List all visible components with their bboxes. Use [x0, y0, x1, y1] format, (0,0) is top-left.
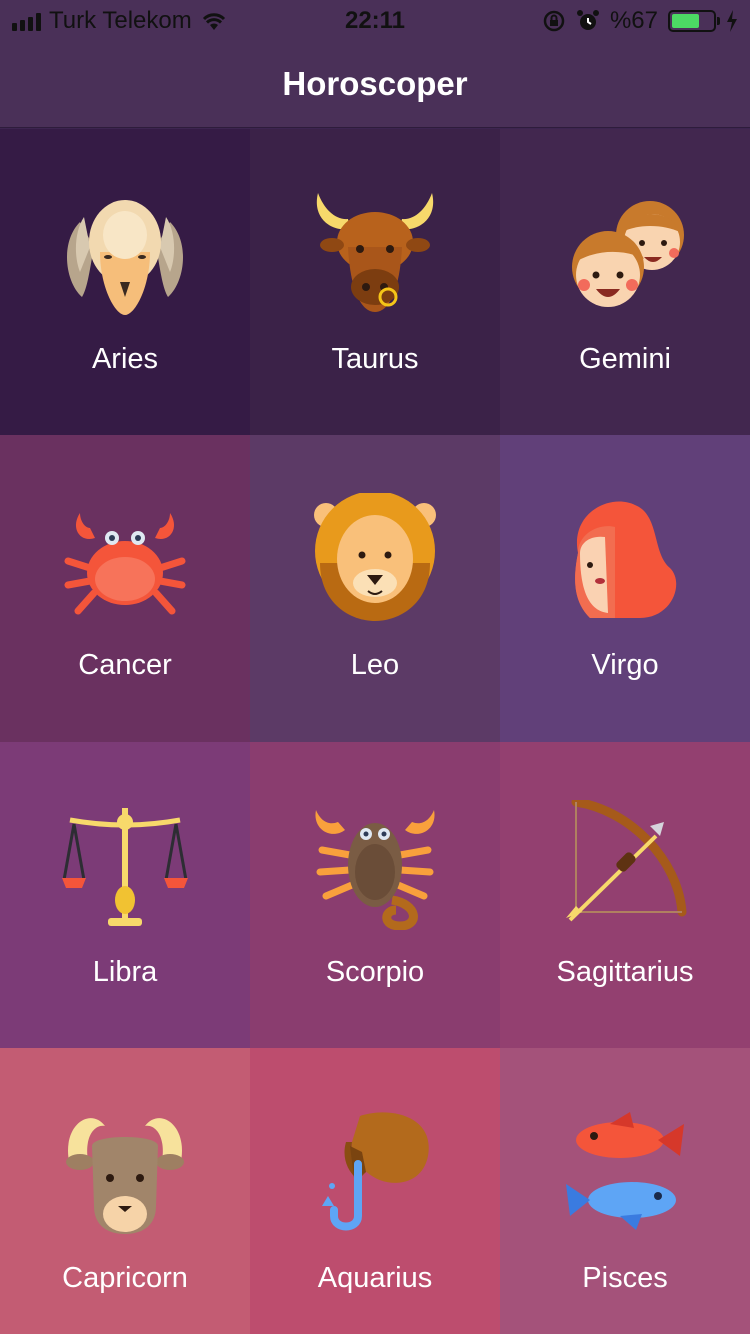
- scales-icon: [62, 808, 188, 926]
- rotation-lock-icon: [543, 10, 565, 32]
- fish-icon: [566, 1112, 684, 1230]
- scorpion-icon: [315, 810, 435, 930]
- twins-icon: [572, 201, 684, 307]
- goat-icon: [66, 1118, 184, 1234]
- battery-icon: [668, 10, 720, 32]
- lion-icon: [314, 493, 436, 621]
- maiden-icon: [575, 501, 677, 618]
- sign-label: Taurus: [331, 343, 419, 375]
- sign-cell-virgo[interactable]: Virgo: [500, 435, 750, 742]
- alarm-icon: [576, 10, 599, 30]
- sign-label: Pisces: [582, 1262, 668, 1294]
- sign-label: Scorpio: [325, 956, 425, 988]
- sign-label: Sagittarius: [556, 956, 694, 988]
- nav-bar: Horoscoper: [0, 40, 750, 128]
- sign-cell-aquarius[interactable]: Aquarius: [250, 1048, 500, 1334]
- sign-label: Capricorn: [62, 1262, 188, 1294]
- sign-cell-aries[interactable]: Aries: [0, 129, 250, 435]
- sign-label: Libra: [92, 956, 158, 988]
- bow-arrow-icon: [566, 800, 687, 922]
- sign-label: Aquarius: [317, 1262, 433, 1294]
- sign-cell-libra[interactable]: Libra: [0, 742, 250, 1048]
- sign-cell-pisces[interactable]: Pisces: [500, 1048, 750, 1334]
- sign-label: Gemini: [579, 343, 671, 375]
- sign-label: Aries: [91, 343, 159, 375]
- sign-cell-gemini[interactable]: Gemini: [500, 129, 750, 435]
- bull-icon: [316, 193, 434, 312]
- sign-cell-scorpio[interactable]: Scorpio: [250, 742, 500, 1048]
- sign-cell-taurus[interactable]: Taurus: [250, 129, 500, 435]
- crab-icon: [64, 513, 186, 615]
- page-title: Horoscoper: [282, 64, 468, 102]
- sign-cell-leo[interactable]: Leo: [250, 435, 500, 742]
- zodiac-grid: Aries Taurus Gemini Cancer Leo Virgo Lib…: [0, 129, 750, 1334]
- sign-cell-sagittarius[interactable]: Sagittarius: [500, 742, 750, 1048]
- ram-icon: [67, 200, 183, 315]
- water-jar-icon: [322, 1112, 429, 1231]
- status-bar: Turk Telekom 22:11 %67: [0, 0, 750, 40]
- sign-label: Virgo: [591, 649, 659, 681]
- sign-cell-cancer[interactable]: Cancer: [0, 435, 250, 742]
- battery-percent: %67: [609, 7, 658, 34]
- sign-label: Cancer: [78, 649, 172, 681]
- sign-cell-capricorn[interactable]: Capricorn: [0, 1048, 250, 1334]
- sign-label: Leo: [350, 649, 400, 681]
- charging-icon: [727, 10, 737, 32]
